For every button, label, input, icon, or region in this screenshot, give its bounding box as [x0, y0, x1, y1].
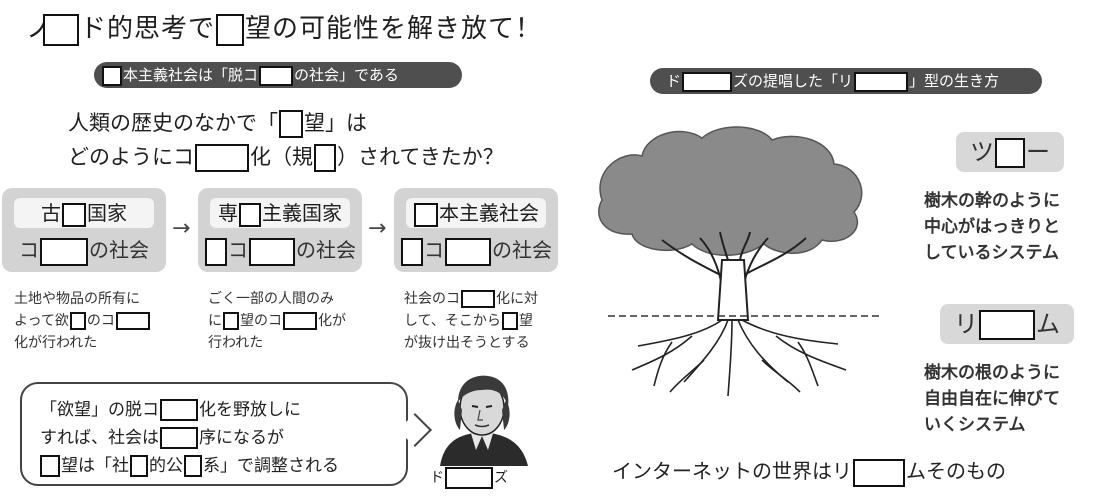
redaction-box	[160, 427, 198, 449]
redaction-box	[445, 467, 493, 489]
redaction-box	[682, 71, 733, 92]
redaction-box	[62, 202, 86, 227]
redaction-box	[259, 65, 294, 86]
right-section-header: ドズの提唱した「リ 」型の生き方	[650, 68, 1042, 94]
redaction-box	[115, 312, 150, 330]
left-section-header: 本主義社会は「脱コ の社会」である	[94, 62, 462, 88]
card-title: 専主義国家	[210, 198, 350, 228]
redaction-box	[853, 458, 905, 487]
card-despotic-state: 専主義国家 コの社会	[198, 188, 362, 272]
tree-description: 樹木の幹のように 中心がはっきりと しているシステム	[924, 191, 1060, 263]
rhizome-label: リム	[940, 304, 1074, 344]
arrow-icon: →	[368, 216, 387, 241]
bottom-statement: インターネットの世界はリ ムそのもの	[612, 454, 1006, 488]
note-capitalist: 社会のコ 化に対 して、そこから望 が抜け出そうとする	[404, 290, 538, 351]
redaction-box	[249, 237, 295, 266]
redaction-box	[995, 138, 1025, 168]
redaction-box	[43, 13, 80, 46]
redaction-box	[216, 13, 245, 46]
tree-rhizome-illustration	[598, 126, 882, 397]
redaction-box	[160, 399, 198, 421]
card-title: 古国家	[14, 198, 154, 228]
redaction-box	[195, 144, 249, 172]
question-line-2: どのようにコ 化（規 ）されてきたか？	[68, 140, 504, 174]
speech-bubble: 「欲望」の脱コ 化を野放しに すれば、社会は 序になるが 望は「社 的公 系」で調整され…	[20, 382, 432, 488]
card-title: 本主義社会	[406, 198, 546, 228]
redaction-box	[854, 71, 909, 92]
redaction-box	[205, 237, 227, 266]
redaction-box	[40, 455, 60, 477]
portrait-caption: ドズ	[430, 466, 508, 490]
page-title: ノド的思考で 望の可能性を解き放て！	[26, 13, 543, 46]
redaction-box	[401, 237, 423, 266]
note-despotic: ごく一部の人間のみ に望のコ 化が 行われた	[208, 291, 346, 351]
card-ancient-state: 古国家 コの社会	[2, 188, 166, 272]
redaction-box	[184, 455, 202, 477]
question-line-1: 人類の歴史のなかで「 望」は	[68, 106, 367, 140]
redaction-box	[461, 290, 495, 308]
rhizome-description: 樹木の根のように 自由自在に伸びて いくシステム	[924, 363, 1060, 435]
redaction-box	[130, 455, 148, 477]
card-subtitle: コの社会	[198, 234, 362, 266]
card-subtitle: コの社会	[2, 234, 166, 266]
redaction-box	[279, 110, 303, 138]
redaction-box	[501, 312, 518, 330]
tree-label: ツー	[956, 132, 1064, 172]
redaction-box	[223, 312, 239, 330]
redaction-box	[414, 202, 438, 227]
redaction-box	[314, 144, 336, 172]
redaction-box	[239, 202, 261, 227]
note-ancient: 土地や物品の所有に よって欲 のコ 化が行われた	[14, 288, 151, 354]
deleuze-portrait-illustration	[440, 375, 528, 466]
redaction-box	[102, 65, 122, 86]
redaction-box	[40, 237, 88, 266]
redaction-box	[979, 310, 1035, 340]
arrow-icon: →	[172, 216, 191, 241]
redaction-box	[445, 237, 491, 266]
card-capitalist-society: 本主義社会 コの社会	[394, 188, 558, 272]
redaction-box	[283, 312, 317, 330]
redaction-box	[69, 312, 86, 330]
card-subtitle: コの社会	[394, 234, 558, 266]
